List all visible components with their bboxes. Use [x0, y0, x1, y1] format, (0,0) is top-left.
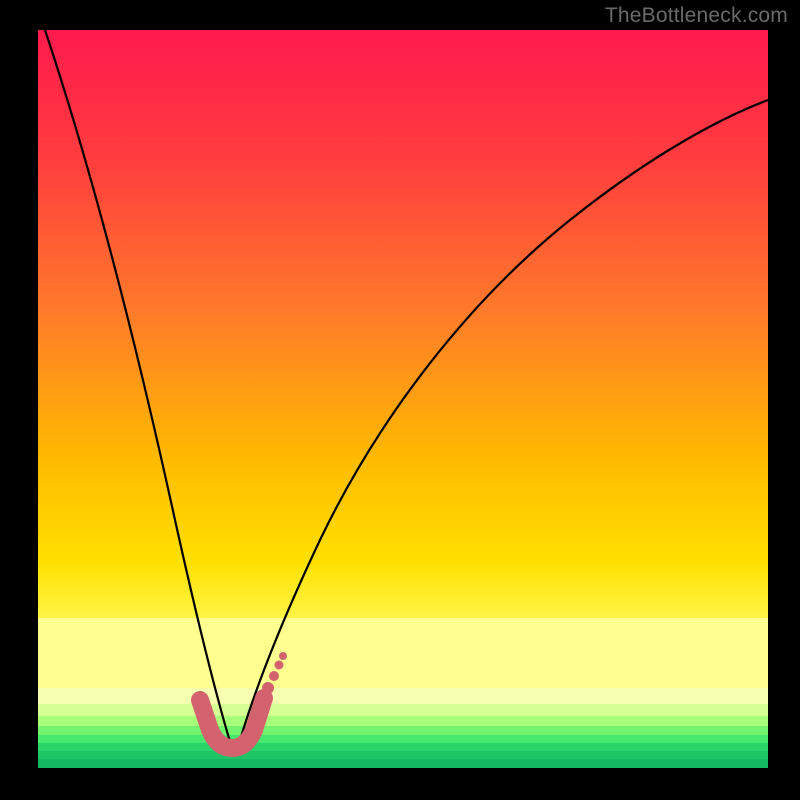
highlight-dot — [262, 682, 274, 694]
frame-left — [0, 0, 38, 800]
highlight-dot — [275, 661, 284, 670]
highlight-dot — [279, 652, 287, 660]
band-7 — [38, 751, 768, 759]
chart-frame: TheBottleneck.com — [0, 0, 800, 800]
watermark-text: TheBottleneck.com — [605, 4, 788, 28]
band-1 — [38, 688, 768, 704]
band-5 — [38, 735, 768, 743]
band-4 — [38, 726, 768, 735]
band-pale-yellow — [38, 618, 768, 688]
band-6 — [38, 743, 768, 751]
band-8 — [38, 759, 768, 768]
frame-right — [768, 0, 800, 800]
highlight-dot — [269, 671, 279, 681]
chart-svg — [0, 0, 800, 800]
band-2 — [38, 704, 768, 716]
frame-bottom — [0, 768, 800, 800]
band-3 — [38, 716, 768, 726]
